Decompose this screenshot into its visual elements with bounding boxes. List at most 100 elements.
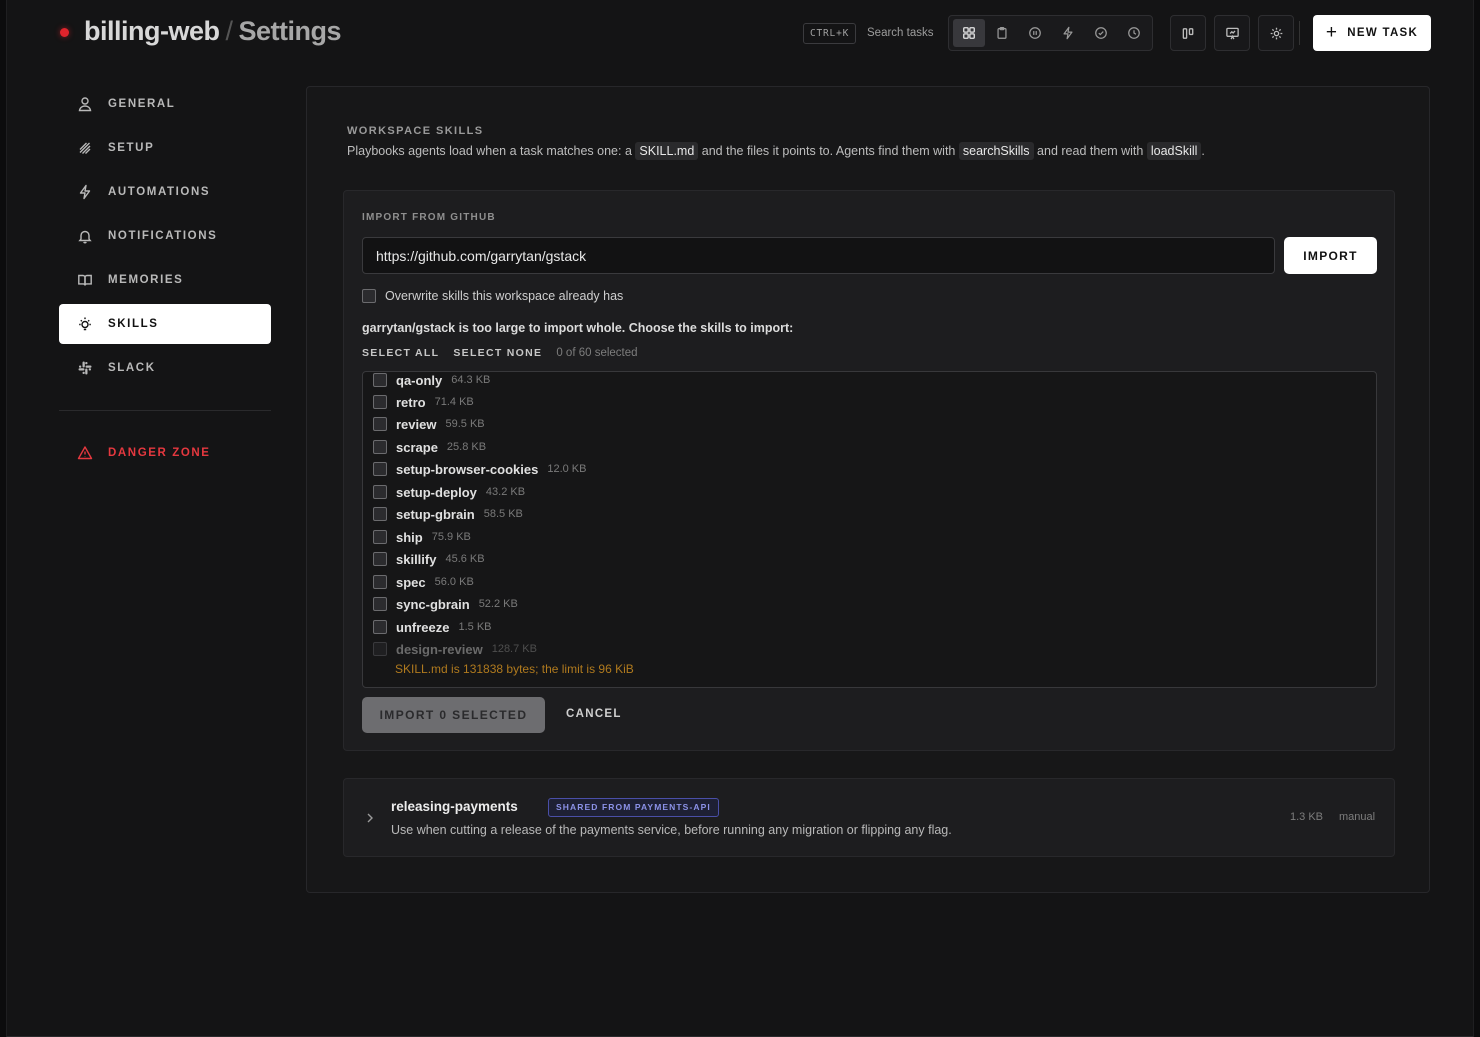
import-from-github-card: IMPORT FROM GITHUB IMPORT Overwrite skil…	[343, 190, 1395, 751]
selected-count: 0 of 60 selected	[556, 347, 638, 359]
code-load-skill: loadSkill	[1146, 142, 1202, 160]
list-item[interactable]: retro 71.4 KB	[373, 393, 474, 411]
skill-checkbox[interactable]	[373, 620, 387, 634]
skill-size: 64.3 KB	[451, 374, 491, 386]
list-item[interactable]: setup-browser-cookies 12.0 KB	[373, 460, 586, 478]
search-tasks-button[interactable]: Search tasks	[867, 27, 933, 39]
skill-checkbox[interactable]	[373, 575, 387, 589]
list-item[interactable]: setup-deploy 43.2 KB	[373, 483, 525, 501]
skill-size: 52.2 KB	[478, 598, 518, 610]
skill-name: unfreeze	[396, 619, 450, 635]
skill-size: 12.0 KB	[547, 463, 587, 475]
warning-icon	[77, 446, 93, 460]
skill-name: sync-gbrain	[396, 596, 470, 612]
list-item[interactable]: skillify 45.6 KB	[373, 550, 485, 568]
list-item[interactable]: ship 75.9 KB	[373, 528, 471, 546]
sidebar-item-skills[interactable]: SKILLS	[59, 304, 271, 344]
skill-size: 45.6 KB	[445, 553, 485, 565]
view-active-button[interactable]	[1052, 19, 1084, 47]
skill-checkbox[interactable]	[373, 507, 387, 521]
overwrite-label: Overwrite skills this workspace already …	[385, 289, 624, 303]
list-item[interactable]: setup-gbrain 58.5 KB	[373, 505, 523, 523]
sidebar-item-automations[interactable]: AUTOMATIONS	[59, 172, 271, 212]
overwrite-checkbox[interactable]	[362, 289, 376, 303]
chevron-right-icon[interactable]	[364, 811, 376, 825]
lightbulb-icon	[79, 317, 91, 331]
cancel-button[interactable]: CANCEL	[566, 708, 622, 720]
sidebar-item-label: GENERAL	[108, 98, 176, 110]
settings-sidebar: GENERAL SETUP AUTOMATIONS NOTIFICATIONS …	[59, 84, 271, 477]
sidebar-item-general[interactable]: GENERAL	[59, 84, 271, 124]
clipboard-icon	[997, 26, 1007, 39]
skill-card-name: releasing-payments	[391, 799, 518, 814]
new-task-button[interactable]: + NEW TASK	[1313, 15, 1431, 51]
select-all-button[interactable]: SELECT ALL	[362, 347, 439, 359]
sidebar-item-danger-zone[interactable]: DANGER ZONE	[59, 433, 271, 473]
board-view-button[interactable]	[1170, 15, 1206, 51]
book-icon	[78, 274, 92, 286]
shared-badge: SHARED FROM PAYMENTS-API	[548, 798, 719, 817]
skill-size: 43.2 KB	[485, 486, 526, 498]
code-search-skills: searchSkills	[958, 142, 1034, 160]
view-paused-button[interactable]	[1019, 19, 1051, 47]
breadcrumb-separator: /	[225, 16, 234, 46]
selection-controls: SELECT ALL SELECT NONE 0 of 60 selected	[362, 347, 638, 359]
list-item[interactable]: qa-only 64.3 KB	[373, 372, 491, 389]
overwrite-option[interactable]: Overwrite skills this workspace already …	[362, 289, 623, 303]
skill-name: spec	[396, 574, 426, 590]
skill-checkbox[interactable]	[373, 485, 387, 499]
sidebar-item-label: SETUP	[108, 142, 155, 154]
slack-icon	[78, 361, 92, 375]
sidebar-item-label: MEMORIES	[108, 274, 184, 286]
skill-name: setup-browser-cookies	[396, 461, 539, 477]
grid-icon	[963, 27, 975, 39]
sidebar-item-notifications[interactable]: NOTIFICATIONS	[59, 216, 271, 256]
code-skill-md: SKILL.md	[635, 142, 699, 160]
skill-name: scrape	[396, 439, 438, 455]
too-large-notice: garrytan/gstack is too large to import w…	[362, 321, 794, 335]
pause-circle-icon	[1029, 27, 1041, 39]
select-none-button[interactable]: SELECT NONE	[453, 347, 542, 359]
list-item[interactable]: spec 56.0 KB	[373, 573, 474, 591]
sidebar-item-memories[interactable]: MEMORIES	[59, 260, 271, 300]
status-dot	[60, 28, 69, 37]
page-title: billing-web / Settings	[84, 16, 342, 47]
github-url-input[interactable]	[362, 237, 1275, 274]
list-item[interactable]: review 59.5 KB	[373, 415, 485, 433]
skill-card[interactable]: releasing-payments SHARED FROM PAYMENTS-…	[343, 778, 1395, 857]
skill-checkbox[interactable]	[373, 373, 387, 387]
skill-checkbox[interactable]	[373, 462, 387, 476]
presentation-button[interactable]	[1214, 15, 1250, 51]
desc-text: .	[1201, 144, 1205, 158]
skill-size: 56.0 KB	[434, 576, 474, 588]
skill-checkbox[interactable]	[373, 417, 387, 431]
list-item[interactable]: scrape 25.8 KB	[373, 438, 486, 456]
sidebar-item-setup[interactable]: SETUP	[59, 128, 271, 168]
presentation-icon	[1225, 27, 1239, 39]
settings-button[interactable]	[1258, 15, 1294, 51]
skills-list[interactable]: qa-only 64.3 KB retro 71.4 KB review 59.…	[362, 371, 1377, 688]
skill-checkbox[interactable]	[373, 440, 387, 454]
list-item[interactable]: sync-gbrain 52.2 KB	[373, 595, 518, 613]
import-button[interactable]: IMPORT	[1284, 237, 1377, 274]
view-clipboard-button[interactable]	[986, 19, 1018, 47]
layers-icon	[79, 142, 91, 154]
skill-size: 58.5 KB	[483, 508, 523, 520]
view-done-button[interactable]	[1085, 19, 1117, 47]
header-divider	[1299, 21, 1300, 45]
skill-checkbox[interactable]	[373, 552, 387, 566]
skill-size: 25.8 KB	[446, 441, 487, 453]
project-name[interactable]: billing-web	[84, 16, 220, 46]
user-icon	[78, 97, 92, 112]
skill-checkbox[interactable]	[373, 530, 387, 544]
list-item[interactable]: unfreeze 1.5 KB	[373, 618, 492, 636]
bell-icon	[78, 230, 92, 244]
view-grid-button[interactable]	[953, 19, 985, 47]
skill-checkbox[interactable]	[373, 395, 387, 409]
sidebar-item-slack[interactable]: SLACK	[59, 348, 271, 388]
skill-checkbox[interactable]	[373, 597, 387, 611]
view-history-button[interactable]	[1118, 19, 1150, 47]
skill-size: 1.5 KB	[458, 621, 492, 633]
desc-text: and the files it points to. Agents find …	[701, 144, 956, 158]
import-selected-button[interactable]: IMPORT 0 SELECTED	[362, 697, 545, 733]
